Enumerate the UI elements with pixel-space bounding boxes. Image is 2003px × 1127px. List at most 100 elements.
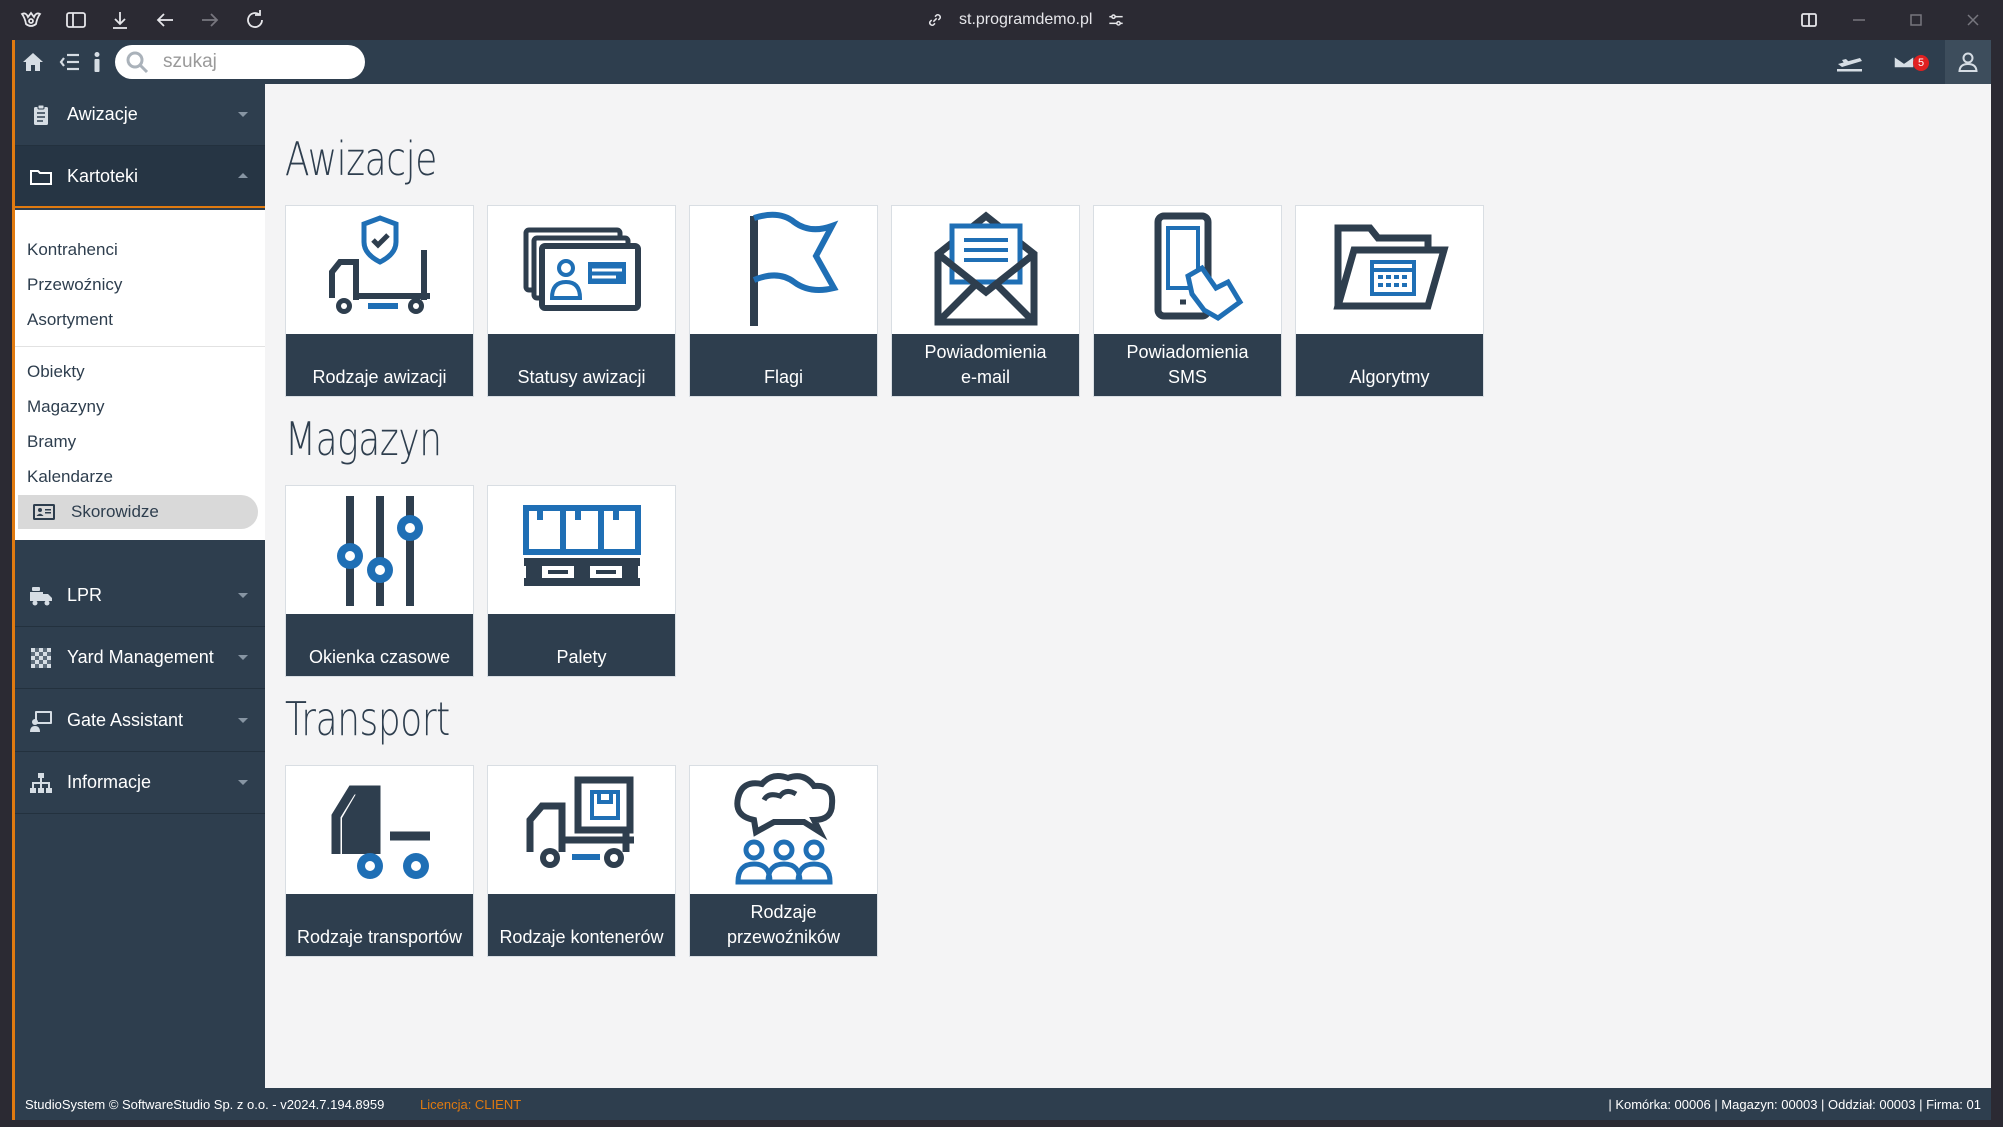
tile-rodzaje-awizacji[interactable]: Rodzaje awizacji <box>285 205 474 397</box>
reload-icon[interactable] <box>243 8 267 32</box>
search-input[interactable] <box>163 51 353 73</box>
address-bar[interactable]: st.programdemo.pl <box>925 8 1126 32</box>
id-cards-icon <box>523 227 641 311</box>
site-settings-icon[interactable] <box>1106 10 1126 30</box>
sidebar-section-label: LPR <box>67 585 103 605</box>
tile-powiadomienia-email[interactable]: Powiadomienia e-mail <box>891 205 1080 397</box>
chevron-down-icon <box>235 649 251 665</box>
fast-delivery-icon[interactable] <box>1834 50 1864 74</box>
maximize-icon[interactable] <box>1904 8 1928 32</box>
search-box[interactable] <box>115 45 365 79</box>
sidebar-section-kartoteki[interactable]: Kartoteki <box>15 146 265 208</box>
envelope-icon <box>934 211 1037 326</box>
license-text: Licencja: CLIENT <box>420 1097 522 1112</box>
tile-label: Rodzaje kontenerów <box>488 894 675 956</box>
sidebar-section-label: Gate Assistant <box>67 710 184 730</box>
url-text: st.programdemo.pl <box>959 11 1093 28</box>
tile-algorytmy[interactable]: Algorytmy <box>1295 205 1484 397</box>
tile-flagi[interactable]: Flagi <box>689 205 878 397</box>
sidebar-item-przewoznicy[interactable]: Przewoźnicy <box>27 275 122 295</box>
sidebar-section-awizacje[interactable]: Awizacje <box>15 84 265 146</box>
section-title-transport: Transport <box>285 692 450 746</box>
tile-label: Rodzaje transportów <box>286 894 473 956</box>
sidebar-item-kontrahenci[interactable]: Kontrahenci <box>27 240 118 260</box>
tile-label: Okienka czasowe <box>286 614 473 676</box>
sidebar-section-label: Informacje <box>67 772 152 792</box>
tile-label: Flagi <box>690 334 877 396</box>
sidebar-toggle-icon[interactable] <box>64 8 88 32</box>
mail-count-badge: 5 <box>1913 55 1929 71</box>
tile-label: Rodzaje przewoźników <box>690 894 877 956</box>
main-content: Awizacje Rodzaje awizacji Statusy awizac… <box>265 84 1991 1088</box>
sliders-icon <box>336 496 423 606</box>
people-chat-icon <box>733 773 835 885</box>
tile-rodzaje-transportow[interactable]: Rodzaje transportów <box>285 765 474 957</box>
tile-powiadomienia-sms[interactable]: Powiadomienia SMS <box>1093 205 1282 397</box>
chevron-down-icon <box>235 712 251 728</box>
sidebar-item-obiekty[interactable]: Obiekty <box>27 362 85 382</box>
status-footer: StudioSystem © SoftwareStudio Sp. z o.o.… <box>15 1088 1991 1120</box>
sidebar-item-magazyny[interactable]: Magazyny <box>27 397 104 417</box>
app-topbar: 5 <box>15 40 1991 84</box>
flag-icon <box>749 211 839 326</box>
back-icon[interactable] <box>153 8 177 32</box>
submenu-divider <box>15 346 265 347</box>
tile-label: Palety <box>488 614 675 676</box>
close-window-icon[interactable] <box>1961 8 1985 32</box>
app-window: 5 Awizacje Kartoteki Kontrahenci Przewoź… <box>12 40 1991 1120</box>
forward-icon[interactable] <box>198 8 222 32</box>
submenu-bottom-gap <box>15 540 265 565</box>
link-icon <box>929 14 941 26</box>
user-menu-button[interactable] <box>1945 40 1991 84</box>
sidebar-item-asortyment[interactable]: Asortyment <box>27 310 113 330</box>
chevron-up-icon <box>235 168 251 184</box>
user-icon <box>1958 52 1978 72</box>
minimize-icon[interactable] <box>1847 8 1871 32</box>
sidebar-section-label: Yard Management <box>67 647 214 667</box>
pallet-icon <box>522 505 641 586</box>
tile-label: Powiadomienia e-mail <box>892 334 1079 396</box>
download-icon[interactable] <box>108 8 132 32</box>
sidebar-section-label: Kartoteki <box>67 166 139 186</box>
truck-camera-icon <box>29 584 53 608</box>
sidebar-item-bramy[interactable]: Bramy <box>27 432 76 452</box>
kartoteki-submenu-panel: Kontrahenci Przewoźnicy Asortyment Obiek… <box>15 210 265 565</box>
sidebar-item-skorowidze[interactable]: Skorowidze <box>18 495 258 529</box>
container-truck-icon <box>526 776 634 868</box>
tile-rodzaje-kontenerow[interactable]: Rodzaje kontenerów <box>487 765 676 957</box>
tile-label: Powiadomienia SMS <box>1094 334 1281 396</box>
sidebar: Awizacje Kartoteki Kontrahenci Przewoźni… <box>15 84 265 1088</box>
tile-okienka-czasowe[interactable]: Okienka czasowe <box>285 485 474 677</box>
tile-label: Algorytmy <box>1296 334 1483 396</box>
truck-shield-icon <box>328 215 430 314</box>
section-title-magazyn: Magazyn <box>285 412 442 466</box>
browser-logo-icon[interactable] <box>19 8 43 32</box>
sidebar-section-informacje[interactable]: Informacje <box>15 752 265 814</box>
tile-label: Rodzaje awizacji <box>286 334 473 396</box>
id-card-icon <box>33 504 55 520</box>
home-icon[interactable] <box>21 50 45 74</box>
checkered-icon <box>29 646 53 670</box>
tile-statusy-awizacji[interactable]: Statusy awizacji <box>487 205 676 397</box>
sidebar-item-kalendarze[interactable]: Kalendarze <box>27 467 113 487</box>
sidebar-item-label: Skorowidze <box>71 502 159 521</box>
sidebar-section-label: Awizacje <box>67 104 138 124</box>
folder-calendar-icon <box>1332 224 1449 310</box>
info-icon[interactable] <box>88 50 112 74</box>
sitemap-icon <box>29 771 53 795</box>
section-title-awizacje: Awizacje <box>285 132 437 186</box>
sidebar-section-yard-management[interactable]: Yard Management <box>15 627 265 689</box>
copyright-text: StudioSystem © SoftwareStudio Sp. z o.o.… <box>25 1097 385 1112</box>
sidebar-section-lpr[interactable]: LPR <box>15 565 265 627</box>
split-view-icon[interactable] <box>1797 8 1821 32</box>
browser-toolbar: st.programdemo.pl <box>0 0 2003 40</box>
sidebar-section-gate-assistant[interactable]: Gate Assistant <box>15 690 265 752</box>
search-icon <box>126 51 149 74</box>
menu-collapse-icon[interactable] <box>58 50 82 74</box>
monitor-user-icon <box>29 709 53 733</box>
tile-label: Statusy awizacji <box>488 334 675 396</box>
chevron-down-icon <box>235 587 251 603</box>
tile-rodzaje-przewoznikow[interactable]: Rodzaje przewoźników <box>689 765 878 957</box>
tile-palety[interactable]: Palety <box>487 485 676 677</box>
folder-icon <box>29 165 53 189</box>
